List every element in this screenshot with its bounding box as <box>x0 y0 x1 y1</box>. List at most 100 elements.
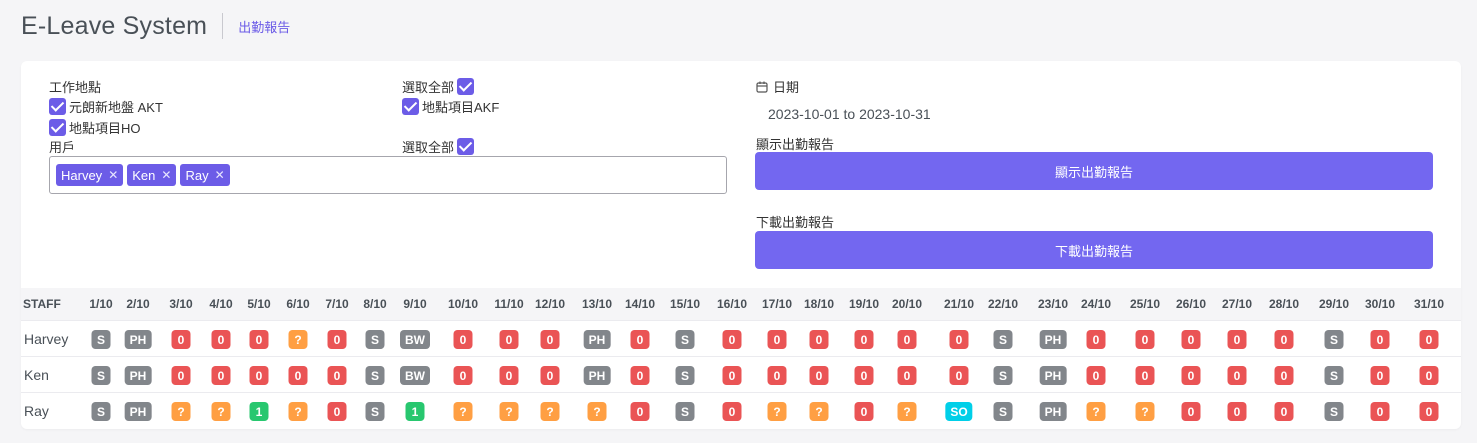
status-badge: PH <box>1039 366 1067 385</box>
day-column-header: 21/10 <box>943 297 975 311</box>
date-range-input[interactable]: 2023-10-01 to 2023-10-31 <box>768 106 931 122</box>
status-badge: 0 <box>1274 402 1294 421</box>
status-badge: 0 <box>1135 366 1155 385</box>
date-label: 日期 <box>756 77 799 96</box>
status-badge: 0 <box>722 366 742 385</box>
day-column-header: 16/10 <box>716 297 748 311</box>
checkbox-checked-icon[interactable] <box>49 119 66 136</box>
status-badge: 0 <box>722 402 742 421</box>
location-select-all[interactable]: 選取全部 <box>402 77 475 96</box>
status-badge: PH <box>124 366 152 385</box>
breadcrumb[interactable]: 出勤報告 <box>238 17 290 36</box>
day-column-header: 30/10 <box>1364 297 1396 311</box>
day-column-header: 19/10 <box>848 297 880 311</box>
status-badge: S <box>365 366 385 385</box>
user-tag-ray: Ray ✕ <box>180 164 230 186</box>
day-column-header: 9/10 <box>403 297 427 311</box>
status-badge: PH <box>583 330 611 349</box>
status-badge: 0 <box>1227 330 1247 349</box>
day-column-header: 20/10 <box>891 297 923 311</box>
status-badge: 0 <box>767 330 787 349</box>
status-badge: 0 <box>1181 330 1201 349</box>
status-badge: 0 <box>630 402 650 421</box>
status-badge: 0 <box>540 330 560 349</box>
day-column-header: 23/10 <box>1037 297 1069 311</box>
day-column-header: 1/10 <box>89 297 113 311</box>
calendar-icon <box>756 81 768 93</box>
status-badge: 0 <box>211 330 231 349</box>
attendance-table: STAFF 1/10 2/10 3/10 4/10 5/10 6/10 7/10 8/10 9/… <box>21 288 1461 428</box>
status-badge: ? <box>1086 402 1106 421</box>
status-badge: ? <box>809 402 829 421</box>
checkbox-checked-icon[interactable] <box>457 78 475 95</box>
status-badge: 0 <box>630 330 650 349</box>
status-badge: SO <box>945 402 973 421</box>
user-select-all[interactable]: 選取全部 <box>402 137 475 156</box>
status-badge: 0 <box>453 330 473 349</box>
status-badge: ? <box>540 402 560 421</box>
status-badge: S <box>675 330 695 349</box>
checkbox-checked-icon[interactable] <box>402 98 419 115</box>
status-badge: 0 <box>1370 366 1390 385</box>
day-column-header: 2/10 <box>126 297 150 311</box>
status-badge: ? <box>288 330 308 349</box>
user-tag-ken: Ken ✕ <box>127 164 177 186</box>
staff-name: Harvey <box>24 331 69 347</box>
report-card: 工作地點 元朗新地盤 AKT 地點項目HO 選取全部 地點項目AKF 用戶 選取… <box>21 61 1461 429</box>
status-badge: 0 <box>1419 330 1439 349</box>
checkbox-checked-icon[interactable] <box>49 98 66 115</box>
location-checkbox-akf[interactable]: 地點項目AKF <box>402 97 499 116</box>
table-header: STAFF 1/10 2/10 3/10 4/10 5/10 6/10 7/10 8/10 9/… <box>21 288 1461 320</box>
table-row: Harvey S PH 0 0 0? 0 S BW 0 0 0 PH 0 S 0 0 0 0 0 0 S PH 0 0 0 0 0 S 0… <box>21 320 1461 356</box>
location-checkbox-ho[interactable]: 地點項目HO <box>49 118 141 137</box>
status-badge: BW <box>400 366 430 385</box>
show-report-label: 顯示出勤報告 <box>756 137 835 152</box>
status-badge: 0 <box>1419 402 1439 421</box>
download-report-label: 下載出勤報告 <box>756 215 835 230</box>
download-report-button[interactable]: 下載出勤報告 <box>755 231 1433 269</box>
day-column-header: 14/10 <box>624 297 656 311</box>
status-badge: ? <box>587 402 607 421</box>
checkbox-checked-icon[interactable] <box>457 138 475 155</box>
status-badge: 0 <box>809 366 829 385</box>
status-badge: 0 <box>949 330 969 349</box>
user-multiselect[interactable]: Harvey ✕ Ken ✕ Ray ✕ <box>49 156 727 194</box>
status-badge: S <box>91 330 111 349</box>
day-column-header: 8/10 <box>363 297 387 311</box>
status-badge: 0 <box>897 366 917 385</box>
status-badge: S <box>1324 330 1344 349</box>
status-badge: PH <box>583 366 611 385</box>
status-badge: 0 <box>171 366 191 385</box>
status-badge: 0 <box>630 366 650 385</box>
day-column-header: 7/10 <box>325 297 349 311</box>
status-badge: S <box>91 402 111 421</box>
user-tag-harvey: Harvey ✕ <box>56 164 124 186</box>
status-badge: 0 <box>171 330 191 349</box>
location-label: 工作地點 <box>49 80 102 95</box>
status-badge: 0 <box>249 330 269 349</box>
status-badge: 0 <box>854 330 874 349</box>
status-badge: 0 <box>1181 366 1201 385</box>
location-checkbox-akt[interactable]: 元朗新地盤 AKT <box>49 97 163 116</box>
status-badge: 0 <box>499 330 519 349</box>
day-column-header: 28/10 <box>1268 297 1300 311</box>
day-column-header: 4/10 <box>209 297 233 311</box>
status-badge: S <box>993 366 1013 385</box>
status-badge: S <box>1324 366 1344 385</box>
status-badge: 0 <box>211 366 231 385</box>
status-badge: PH <box>124 330 152 349</box>
close-icon[interactable]: ✕ <box>215 168 225 182</box>
show-report-button[interactable]: 顯示出勤報告 <box>755 152 1433 190</box>
close-icon[interactable]: ✕ <box>108 168 118 182</box>
status-badge: 0 <box>1086 330 1106 349</box>
status-badge: 0 <box>767 366 787 385</box>
status-badge: ? <box>211 402 231 421</box>
staff-name: Ray <box>24 403 49 419</box>
day-column-header: 17/10 <box>761 297 793 311</box>
day-column-header: 26/10 <box>1175 297 1207 311</box>
status-badge: 1 <box>249 402 269 421</box>
status-badge: 0 <box>1419 366 1439 385</box>
status-badge: ? <box>767 402 787 421</box>
status-badge: S <box>993 330 1013 349</box>
close-icon[interactable]: ✕ <box>161 168 171 182</box>
